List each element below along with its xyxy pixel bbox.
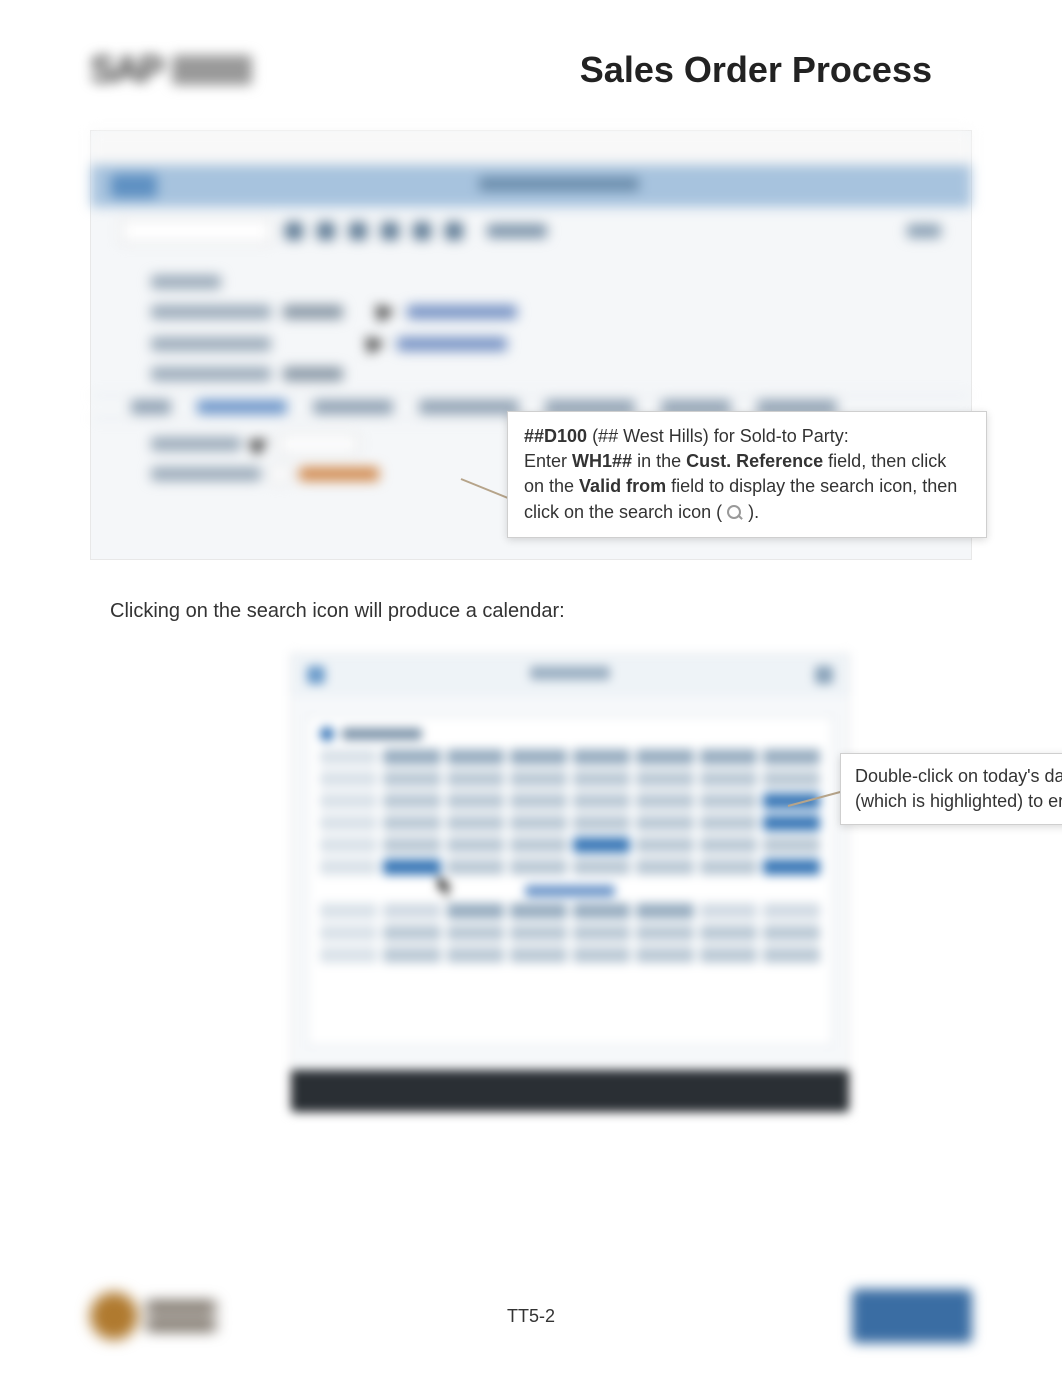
page-footer: TT5-2 bbox=[90, 1286, 972, 1346]
page-number: TT5-2 bbox=[507, 1306, 555, 1327]
screenshot-standard-order: ##D100 (## West Hills) for Sold-to Party… bbox=[90, 130, 972, 560]
close-icon bbox=[815, 666, 833, 684]
calendar-icon bbox=[307, 666, 325, 684]
body-paragraph: Clicking on the search icon will produce… bbox=[110, 600, 972, 623]
sap-logo: SAP bbox=[90, 40, 280, 100]
callout-sold-to-party: ##D100 (## West Hills) for Sold-to Party… bbox=[507, 411, 987, 538]
search-icon bbox=[727, 505, 743, 521]
footer-logo-left bbox=[90, 1286, 240, 1346]
footer-logo-right bbox=[852, 1289, 972, 1343]
page-title: Sales Order Process bbox=[580, 49, 932, 91]
callout-double-click-date: Double-click on today's date (which is h… bbox=[840, 753, 1062, 825]
screenshot-calendar: Double-click on today's date (which is h… bbox=[290, 653, 850, 1113]
